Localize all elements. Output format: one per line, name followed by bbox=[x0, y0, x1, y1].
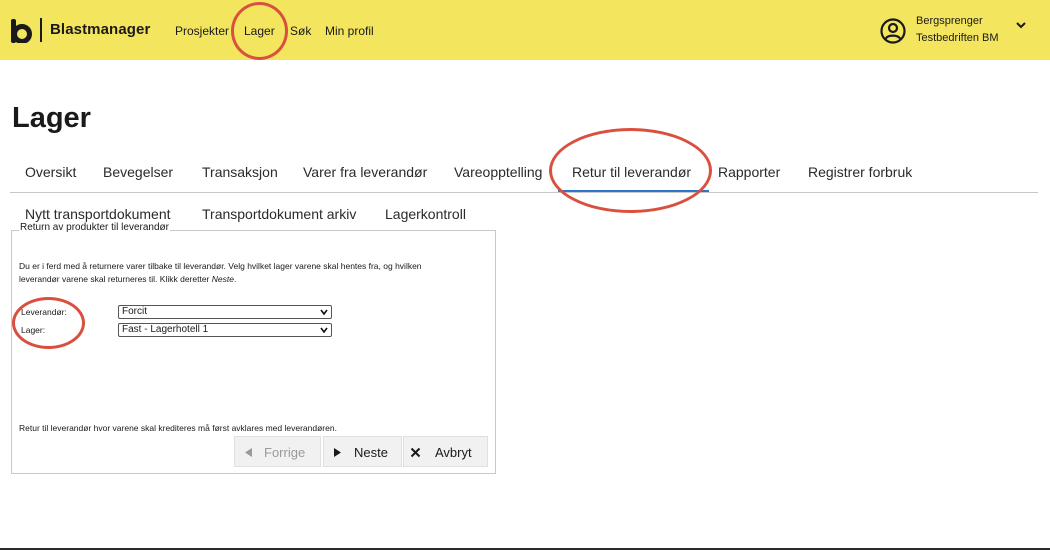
user-avatar-icon[interactable] bbox=[880, 18, 906, 44]
tabs-divider bbox=[10, 192, 1038, 193]
chevron-down-icon[interactable] bbox=[1015, 20, 1027, 30]
close-icon bbox=[410, 447, 421, 458]
warehouse-value: Fast - Lagerhotell 1 bbox=[122, 324, 209, 335]
arrow-left-icon bbox=[245, 448, 252, 457]
previous-button-label: Forrige bbox=[264, 445, 306, 460]
tab-transaksjon[interactable]: Transaksjon bbox=[202, 164, 278, 180]
warehouse-label: Lager: bbox=[21, 325, 46, 335]
intro-line-1: Du er i ferd med å returnere varer tilba… bbox=[19, 261, 422, 271]
subtab-transportdokument-arkiv[interactable]: Transportdokument arkiv bbox=[202, 206, 356, 222]
brand-separator bbox=[40, 18, 42, 42]
cancel-button-label: Avbryt bbox=[435, 445, 472, 460]
intro-line-2-suffix: . bbox=[233, 274, 237, 284]
next-button[interactable]: Neste bbox=[323, 436, 402, 467]
panel-intro-text: Du er i ferd med å returnere varer tilba… bbox=[19, 260, 489, 286]
supplier-value: Forcit bbox=[122, 306, 147, 317]
supplier-label: Leverandør: bbox=[21, 307, 67, 317]
chevron-down-icon bbox=[320, 309, 328, 315]
top-bar: Blastmanager Prosjekter Lager Søk Min pr… bbox=[0, 0, 1050, 60]
nav-sok[interactable]: Søk bbox=[290, 24, 311, 38]
user-company[interactable]: Testbedriften BM bbox=[916, 32, 999, 44]
user-name[interactable]: Bergsprenger bbox=[916, 15, 983, 27]
brand-name: Blastmanager bbox=[50, 21, 151, 38]
tab-retur-til-leverandor[interactable]: Retur til leverandør bbox=[572, 164, 691, 180]
panel-legend: Return av produkter til leverandør bbox=[19, 222, 170, 233]
intro-line-2-prefix: leverandør varene skal returneres til. K… bbox=[19, 274, 212, 284]
nav-min-profil[interactable]: Min profil bbox=[325, 24, 374, 38]
arrow-right-icon bbox=[334, 448, 341, 457]
cancel-button[interactable]: Avbryt bbox=[403, 436, 488, 467]
tab-registrer-forbruk[interactable]: Registrer forbruk bbox=[808, 164, 912, 180]
tab-bevegelser[interactable]: Bevegelser bbox=[103, 164, 173, 180]
warehouse-select[interactable]: Fast - Lagerhotell 1 bbox=[118, 323, 332, 337]
intro-line-2-emphasis: Neste bbox=[211, 274, 234, 284]
intro-line-2: leverandør varene skal returneres til. K… bbox=[19, 273, 489, 286]
blastmanager-logo-icon[interactable] bbox=[10, 19, 32, 43]
tab-oversikt[interactable]: Oversikt bbox=[25, 164, 76, 180]
tab-rapporter[interactable]: Rapporter bbox=[718, 164, 780, 180]
supplier-select[interactable]: Forcit bbox=[118, 305, 332, 319]
credit-note: Retur til leverandør hvor varene skal kr… bbox=[19, 423, 337, 433]
subtab-nytt-transportdokument[interactable]: Nytt transportdokument bbox=[25, 206, 171, 222]
nav-lager[interactable]: Lager bbox=[244, 24, 275, 38]
tab-varer-fra-leverandor[interactable]: Varer fra leverandør bbox=[303, 164, 427, 180]
next-button-label: Neste bbox=[354, 445, 388, 460]
nav-prosjekter[interactable]: Prosjekter bbox=[175, 24, 229, 38]
previous-button[interactable]: Forrige bbox=[234, 436, 321, 467]
subtab-lagerkontroll[interactable]: Lagerkontroll bbox=[385, 206, 466, 222]
tab-vareopptelling[interactable]: Vareopptelling bbox=[454, 164, 542, 180]
chevron-down-icon bbox=[320, 327, 328, 333]
page-title: Lager bbox=[12, 102, 91, 134]
